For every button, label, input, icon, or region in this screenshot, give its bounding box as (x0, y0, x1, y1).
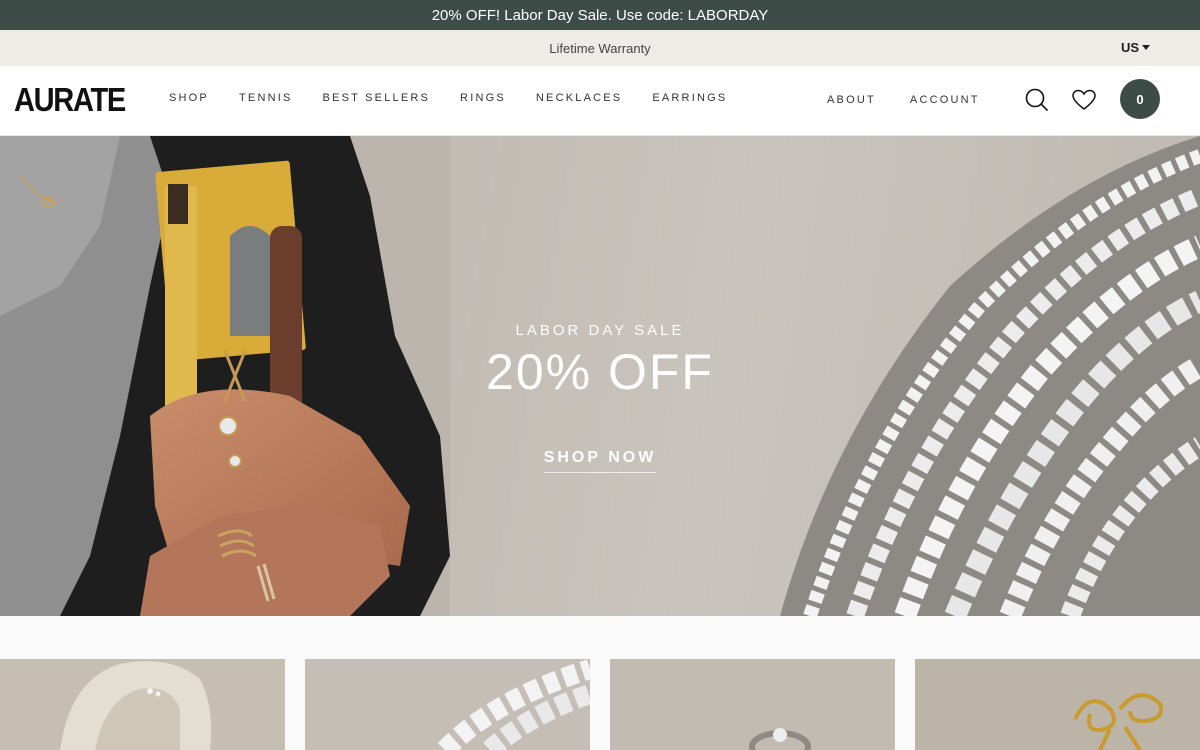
secondary-nav: ABOUT ACCOUNT (827, 94, 1014, 106)
cart-button[interactable]: 0 (1120, 79, 1160, 119)
hero-kicker: LABOR DAY SALE (515, 322, 685, 339)
main-nav: SHOP TENNIS BEST SELLERS RINGS NECKLACES… (169, 92, 757, 104)
locale-selector[interactable]: US (1121, 40, 1150, 55)
hero-title: 20% OFF (486, 344, 714, 400)
nav-rings[interactable]: RINGS (460, 92, 506, 104)
heart-icon[interactable] (1071, 87, 1097, 113)
category-tiles (0, 659, 1200, 750)
nav-account[interactable]: ACCOUNT (910, 94, 980, 106)
search-icon[interactable] (1024, 87, 1050, 113)
nav-tennis[interactable]: TENNIS (239, 92, 293, 104)
category-tile-4[interactable] (915, 659, 1200, 750)
locale-label: US (1120, 40, 1139, 55)
hero-banner[interactable]: LABOR DAY SALE 20% OFF SHOP NOW (0, 136, 1200, 616)
category-tile-2[interactable] (305, 659, 590, 750)
shop-now-button[interactable]: SHOP NOW (543, 449, 657, 473)
category-tile-3[interactable] (610, 659, 895, 750)
nav-best-sellers[interactable]: BEST SELLERS (323, 92, 431, 104)
brand-logo[interactable]: AURATE (14, 83, 126, 117)
nav-earrings[interactable]: EARRINGS (652, 92, 727, 104)
promo-bar: 20% OFF! Labor Day Sale. Use code: LABOR… (0, 0, 1200, 30)
hero-text: LABOR DAY SALE 20% OFF SHOP NOW (0, 322, 1200, 473)
cart-count: 0 (1136, 91, 1144, 107)
category-tile-1[interactable] (0, 659, 285, 750)
caret-down-icon (1142, 45, 1150, 50)
sub-bar: Lifetime Warranty US (0, 30, 1200, 66)
warranty-text: Lifetime Warranty (549, 40, 651, 56)
site-header: AURATE SHOP TENNIS BEST SELLERS RINGS NE… (0, 66, 1200, 136)
nav-about[interactable]: ABOUT (827, 94, 876, 106)
nav-necklaces[interactable]: NECKLACES (536, 92, 622, 104)
nav-shop[interactable]: SHOP (169, 92, 209, 104)
promo-text: 20% OFF! Labor Day Sale. Use code: LABOR… (431, 6, 769, 24)
